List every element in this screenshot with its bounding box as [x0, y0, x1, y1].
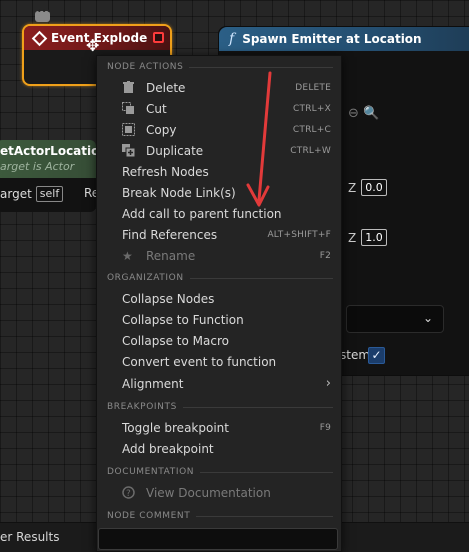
spawn-node-title: Spawn Emitter at Location — [242, 32, 422, 46]
spawn-node-header[interactable]: f Spawn Emitter at Location — [219, 27, 469, 51]
menu-item-shortcut: CTRL+X — [293, 104, 331, 114]
actor-node-title: etActorLocation — [0, 144, 108, 158]
section-label: DOCUMENTATION — [107, 467, 195, 477]
copy-icon — [122, 123, 136, 137]
menu-item-label: Collapse Nodes — [122, 292, 215, 306]
menu-item-view-documentation[interactable]: ? View Documentation — [97, 483, 343, 504]
spawn-asset-icons[interactable]: ⊖ 🔍 — [348, 106, 379, 121]
menu-item-add-breakpoint[interactable]: Add breakpoint — [97, 439, 343, 460]
menu-item-shortcut: DELETE — [295, 83, 331, 93]
z-label: Z — [348, 230, 357, 245]
menu-item-alignment[interactable]: Alignment › — [97, 374, 343, 395]
rotation-z-input[interactable]: 1.0 — [361, 229, 387, 246]
menu-item-label: Collapse to Function — [122, 313, 244, 327]
section-breakpoints: BREAKPOINTS — [107, 402, 333, 412]
menu-item-label: Add call to parent function — [122, 207, 282, 221]
menu-item-shortcut: CTRL+W — [290, 146, 331, 156]
location-z-input[interactable]: 0.0 — [361, 179, 387, 196]
star-icon: ★ — [122, 249, 133, 263]
menu-item-label: Break Node Link(s) — [122, 186, 236, 200]
menu-item-add-call-to-parent[interactable]: Add call to parent function — [97, 204, 343, 225]
menu-item-delete[interactable]: Delete DELETE — [97, 78, 343, 99]
menu-item-copy[interactable]: Copy CTRL+C — [97, 120, 343, 141]
menu-item-label: Alignment — [122, 377, 184, 391]
menu-item-label: Cut — [146, 102, 167, 116]
section-node-comment: NODE COMMENT — [107, 511, 333, 521]
menu-item-label: Toggle breakpoint — [122, 421, 229, 435]
menu-item-label: Collapse to Macro — [122, 334, 229, 348]
menu-item-shortcut: F2 — [319, 251, 331, 261]
section-label: NODE ACTIONS — [107, 62, 184, 72]
target-pin-row[interactable]: arget self — [0, 186, 64, 202]
menu-item-break-node-links[interactable]: Break Node Link(s) — [97, 183, 343, 204]
auto-destroy-checkbox[interactable]: ✓ — [368, 347, 385, 364]
section-divider — [200, 471, 333, 473]
menu-item-shortcut: ALT+SHIFT+F — [267, 230, 331, 240]
menu-item-label: Convert event to function — [122, 355, 277, 369]
auto-destroy-label: stem — [340, 348, 371, 362]
target-label: arget — [0, 187, 32, 201]
section-organization: ORGANIZATION — [107, 273, 333, 283]
menu-item-shortcut: CTRL+C — [292, 125, 331, 135]
cut-icon — [122, 102, 136, 116]
menu-item-label: Rename — [146, 249, 196, 263]
menu-item-toggle-breakpoint[interactable]: Toggle breakpoint F9 — [97, 418, 343, 439]
menu-item-collapse-to-macro[interactable]: Collapse to Macro — [97, 331, 343, 352]
menu-item-collapse-nodes[interactable]: Collapse Nodes — [97, 289, 343, 310]
menu-item-duplicate[interactable]: Duplicate CTRL+W — [97, 141, 343, 162]
event-diamond-icon — [31, 30, 48, 46]
pooling-method-dropdown[interactable]: ⌄ — [346, 305, 444, 333]
target-self-value[interactable]: self — [35, 186, 64, 202]
menu-item-label: Add breakpoint — [122, 442, 214, 456]
z-label: Z — [348, 180, 357, 195]
duplicate-icon — [122, 144, 136, 158]
menu-item-shortcut: F9 — [319, 423, 331, 433]
section-divider — [196, 515, 333, 517]
browse-search-icon[interactable]: 🔍 — [363, 106, 379, 121]
node-comment-input[interactable] — [98, 528, 338, 550]
chevron-right-icon: › — [325, 376, 331, 391]
section-node-actions: NODE ACTIONS — [107, 62, 333, 72]
section-label: NODE COMMENT — [107, 511, 191, 521]
menu-item-label: View Documentation — [146, 486, 271, 500]
delegate-pin-icon[interactable] — [153, 32, 164, 43]
node-context-menu: NODE ACTIONS Delete DELETE Cut CTRL+X Co… — [96, 55, 342, 552]
menu-item-label: Duplicate — [146, 144, 204, 158]
chevron-down-icon: ⌄ — [422, 311, 433, 325]
actor-node-subtitle: arget is Actor — [0, 160, 75, 173]
section-divider — [189, 66, 333, 68]
menu-item-label: Find References — [122, 228, 218, 242]
move-cursor-icon: ✥ — [86, 36, 100, 55]
menu-item-rename[interactable]: ★ Rename F2 — [97, 246, 343, 267]
menu-item-cut[interactable]: Cut CTRL+X — [97, 99, 343, 120]
navigate-arrow-icon[interactable]: ⊖ — [348, 106, 359, 121]
help-icon: ? — [122, 486, 136, 500]
find-results-tab[interactable]: er Results — [0, 530, 59, 544]
menu-item-collapse-to-function[interactable]: Collapse to Function — [97, 310, 343, 331]
function-icon: f — [229, 31, 235, 47]
menu-item-convert-event-to-function[interactable]: Convert event to function — [97, 352, 343, 373]
menu-item-refresh-nodes[interactable]: Refresh Nodes — [97, 162, 343, 183]
section-divider — [189, 277, 333, 279]
menu-item-label: Refresh Nodes — [122, 165, 209, 179]
get-actor-location-node[interactable]: etActorLocation arget is Actor arget sel… — [0, 140, 108, 212]
menu-item-find-references[interactable]: Find References ALT+SHIFT+F — [97, 225, 343, 246]
rotation-z-field[interactable]: Z 1.0 — [348, 229, 387, 246]
actor-node-header[interactable]: etActorLocation arget is Actor — [0, 140, 108, 178]
section-label: ORGANIZATION — [107, 273, 184, 283]
menu-item-label: Delete — [146, 81, 186, 95]
comment-bubble-icon[interactable] — [35, 7, 51, 22]
menu-item-label: Copy — [146, 123, 177, 137]
section-label: BREAKPOINTS — [107, 402, 177, 412]
section-documentation: DOCUMENTATION — [107, 467, 333, 477]
section-divider — [182, 406, 333, 408]
location-z-field[interactable]: Z 0.0 — [348, 179, 387, 196]
trash-icon — [122, 81, 136, 95]
svg-text:?: ? — [126, 489, 131, 499]
